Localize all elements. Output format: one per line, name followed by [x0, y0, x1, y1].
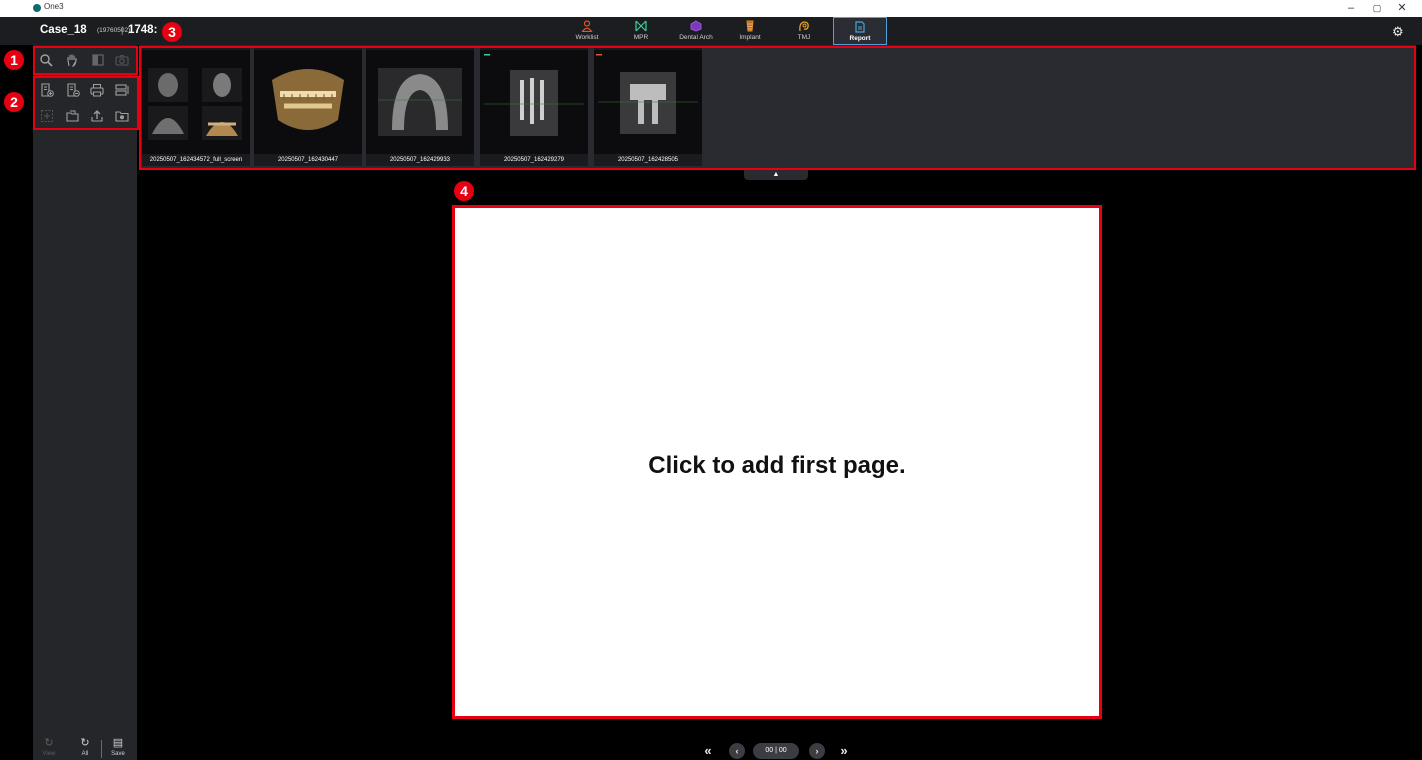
tab-label: Implant: [739, 34, 761, 41]
fit-icon[interactable]: [40, 109, 54, 123]
case-name: Case_18: [40, 24, 87, 36]
add-page-icon[interactable]: [40, 83, 54, 97]
next-page-button[interactable]: ›: [809, 743, 825, 759]
close-button[interactable]: ✕: [1392, 1, 1412, 15]
case-id: (19760502): [97, 27, 131, 34]
zoom-icon[interactable]: [39, 53, 53, 67]
bottom-divider: [101, 740, 102, 758]
refresh-all-label: All: [81, 751, 89, 757]
tab-label: MPR: [633, 34, 649, 41]
left-sidebar: [33, 45, 137, 760]
annotation-marker-3: 3: [162, 22, 182, 42]
collapse-strip-button[interactable]: ▲: [744, 170, 808, 180]
annotation-marker-2: 2: [4, 92, 24, 112]
window-level-icon[interactable]: [91, 53, 105, 67]
report-page-canvas[interactable]: Click to add first page.: [452, 205, 1102, 719]
export-icon[interactable]: [90, 109, 104, 123]
annotation-marker-1: 1: [4, 50, 24, 70]
window-titlebar: One3 – ▢ ✕: [0, 0, 1422, 17]
camera-icon[interactable]: [115, 53, 129, 67]
annotation-box-thumbnails: [139, 46, 1416, 170]
save-button[interactable]: ▤ Save: [107, 737, 129, 757]
layout-icon[interactable]: [115, 83, 129, 97]
prev-page-button[interactable]: ‹: [729, 743, 745, 759]
pan-hand-icon[interactable]: [65, 53, 79, 67]
case-separator: |: [121, 25, 124, 35]
page-counter: 00 | 00: [753, 743, 799, 759]
settings-gear-icon[interactable]: ⚙: [1392, 24, 1404, 40]
tab-label: Worklist: [575, 34, 599, 41]
refresh-all-icon: ↻: [80, 737, 90, 749]
app-name: One3: [44, 2, 64, 11]
remove-page-icon[interactable]: [66, 83, 80, 97]
open-folder-icon[interactable]: [66, 109, 80, 123]
last-page-button[interactable]: »: [836, 743, 852, 759]
tab-worklist[interactable]: Worklist: [572, 17, 602, 45]
capture-folder-icon[interactable]: [115, 109, 129, 123]
tab-dental-arch[interactable]: Dental Arch: [674, 17, 718, 45]
dental-arch-icon: [690, 20, 702, 32]
print-icon[interactable]: [90, 83, 104, 97]
case-number: 1748:: [128, 24, 158, 36]
refresh-icon: ↻: [44, 737, 54, 749]
refresh-all-button[interactable]: ↻ All: [74, 737, 96, 757]
minimize-button[interactable]: –: [1341, 1, 1361, 15]
tab-label: Dental Arch: [679, 34, 713, 41]
mpr-icon: [635, 20, 647, 32]
refresh-view-label: View: [42, 751, 56, 757]
person-icon: [581, 20, 593, 32]
maximize-button[interactable]: ▢: [1367, 1, 1387, 15]
save-icon: ▤: [112, 737, 124, 749]
app-logo-icon: [33, 4, 41, 12]
annotation-marker-4: 4: [454, 181, 474, 201]
tab-implant[interactable]: Implant: [736, 17, 764, 45]
tab-tmj[interactable]: TMJ: [792, 17, 816, 45]
tab-report[interactable]: Report: [833, 17, 887, 45]
implant-icon: [746, 20, 754, 32]
tab-label: TMJ: [797, 34, 811, 41]
tab-mpr[interactable]: MPR: [628, 17, 654, 45]
add-first-page-prompt[interactable]: Click to add first page.: [455, 452, 1099, 480]
tab-label: Report: [849, 35, 871, 42]
refresh-view-button[interactable]: ↻ View: [38, 737, 60, 757]
tmj-icon: [799, 21, 809, 32]
save-label: Save: [111, 751, 125, 757]
first-page-button[interactable]: «: [700, 743, 716, 759]
report-icon: [855, 21, 865, 33]
